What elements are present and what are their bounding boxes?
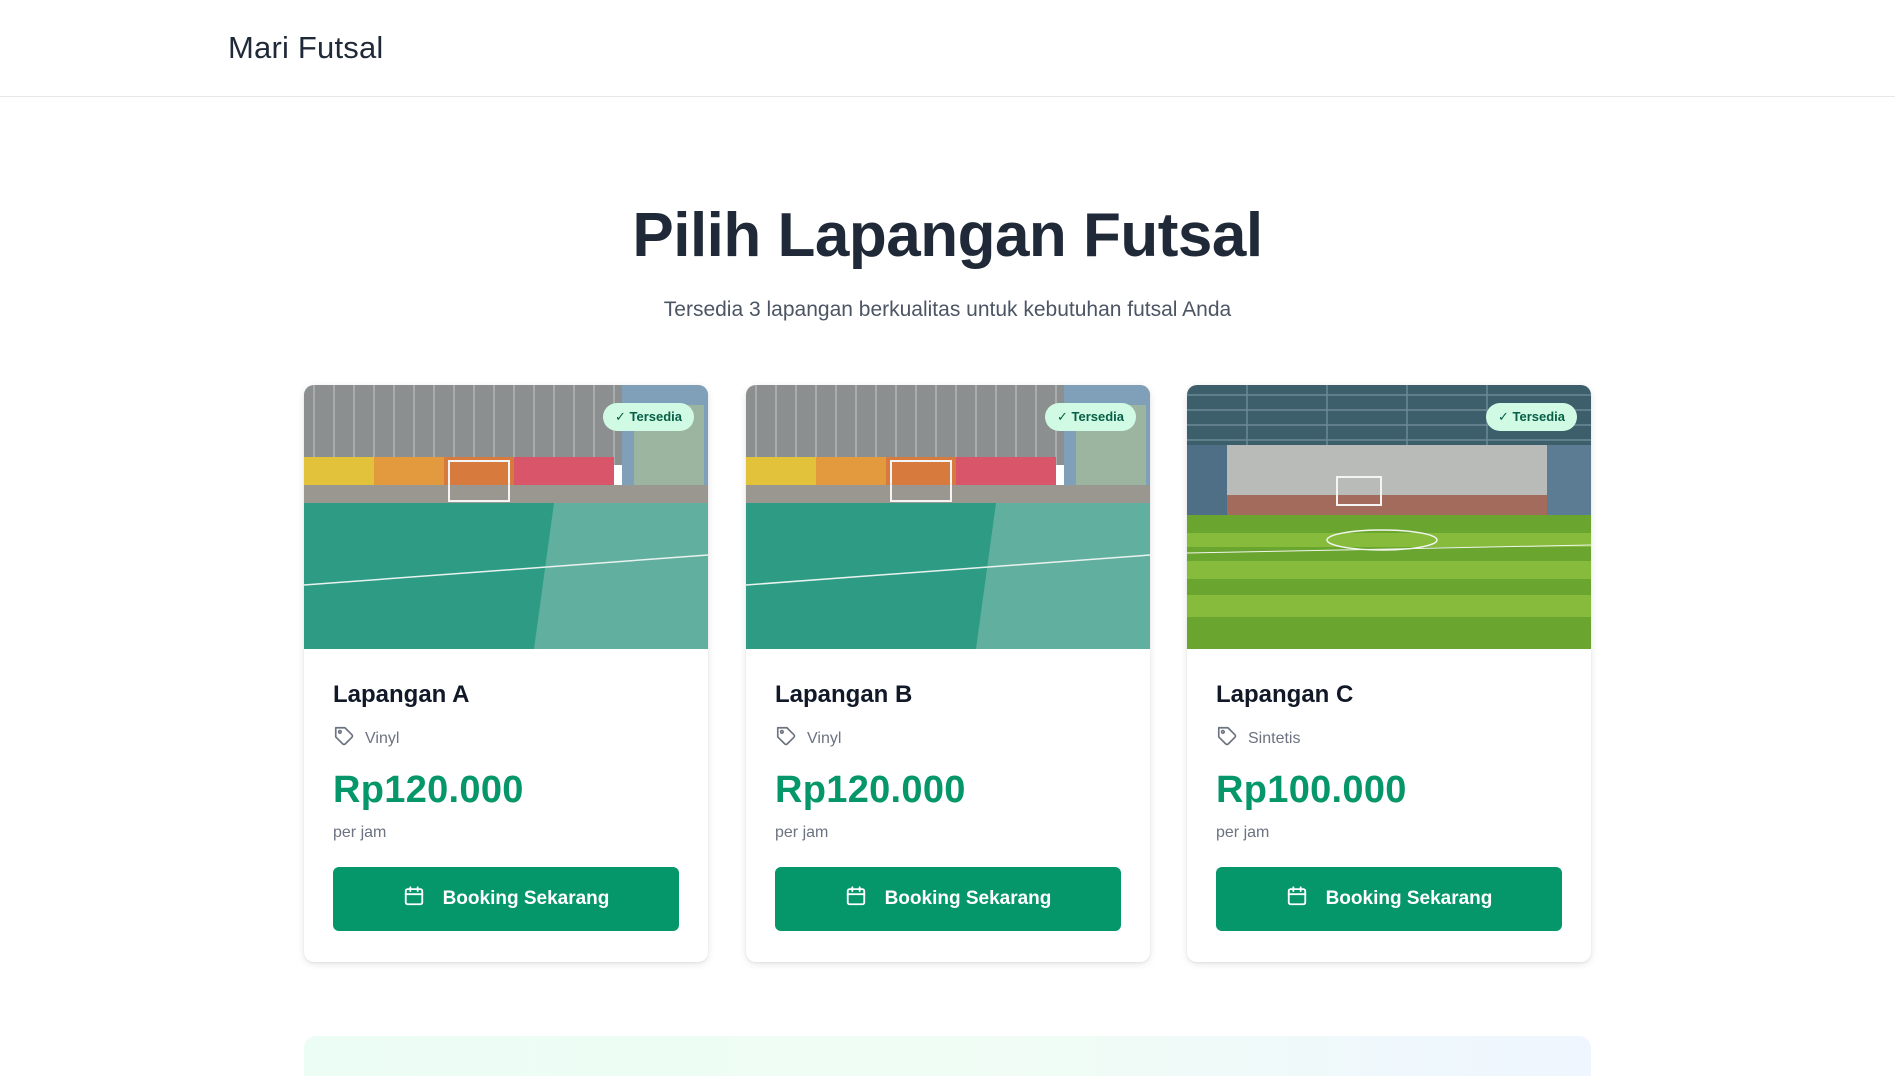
court-type-label: Vinyl [807,729,842,747]
tag-icon [775,725,797,752]
court-type-label: Sintetis [1248,729,1301,747]
booking-button[interactable]: Booking Sekarang [775,867,1121,931]
page-title: Pilih Lapangan Futsal [632,201,1263,270]
info-section-top [304,1036,1591,1076]
court-price: Rp120.000 [333,769,524,811]
status-badge: ✓ Tersedia [602,403,694,431]
court-card: ✓ Tersedia Lapangan C Sintetis Rp100.000… [1187,385,1591,962]
booking-button-label: Booking Sekarang [884,888,1052,909]
status-badge: ✓ Tersedia [1044,403,1136,431]
court-type-label: Vinyl [365,729,400,747]
status-badge: ✓ Tersedia [1485,403,1577,431]
court-name: Lapangan C [1216,681,1354,708]
navbar: Mari Futsal [0,0,1895,97]
booking-button[interactable]: Booking Sekarang [333,867,679,931]
court-price-unit: per jam [333,824,387,841]
court-name: Lapangan A [333,681,470,708]
tag-icon [333,725,355,752]
court-price: Rp120.000 [775,769,966,811]
court-price-unit: per jam [775,824,829,841]
court-card: ✓ Tersedia Lapangan A Vinyl Rp120.000 pe… [304,385,708,962]
page-subtitle: Tersedia 3 lapangan berkualitas untuk ke… [663,298,1232,321]
court-image: ✓ Tersedia [746,385,1150,649]
tag-icon [1216,725,1238,752]
court-name: Lapangan B [775,681,913,708]
brand-logo-text[interactable]: Mari Futsal [228,30,384,66]
court-image: ✓ Tersedia [1187,385,1591,649]
court-price-unit: per jam [1216,824,1270,841]
booking-button-label: Booking Sekarang [442,888,610,909]
court-card-list: ✓ Tersedia Lapangan A Vinyl Rp120.000 pe… [304,385,1591,962]
court-type: Vinyl [775,725,841,752]
court-card: ✓ Tersedia Lapangan B Vinyl Rp120.000 pe… [746,385,1150,962]
calendar-icon [403,885,425,913]
court-image: ✓ Tersedia [304,385,708,649]
court-type: Vinyl [333,725,399,752]
booking-button[interactable]: Booking Sekarang [1216,867,1562,931]
calendar-icon [1286,885,1308,913]
booking-button-label: Booking Sekarang [1325,888,1493,909]
court-price: Rp100.000 [1216,769,1407,811]
calendar-icon [845,885,867,913]
court-type: Sintetis [1216,725,1300,752]
